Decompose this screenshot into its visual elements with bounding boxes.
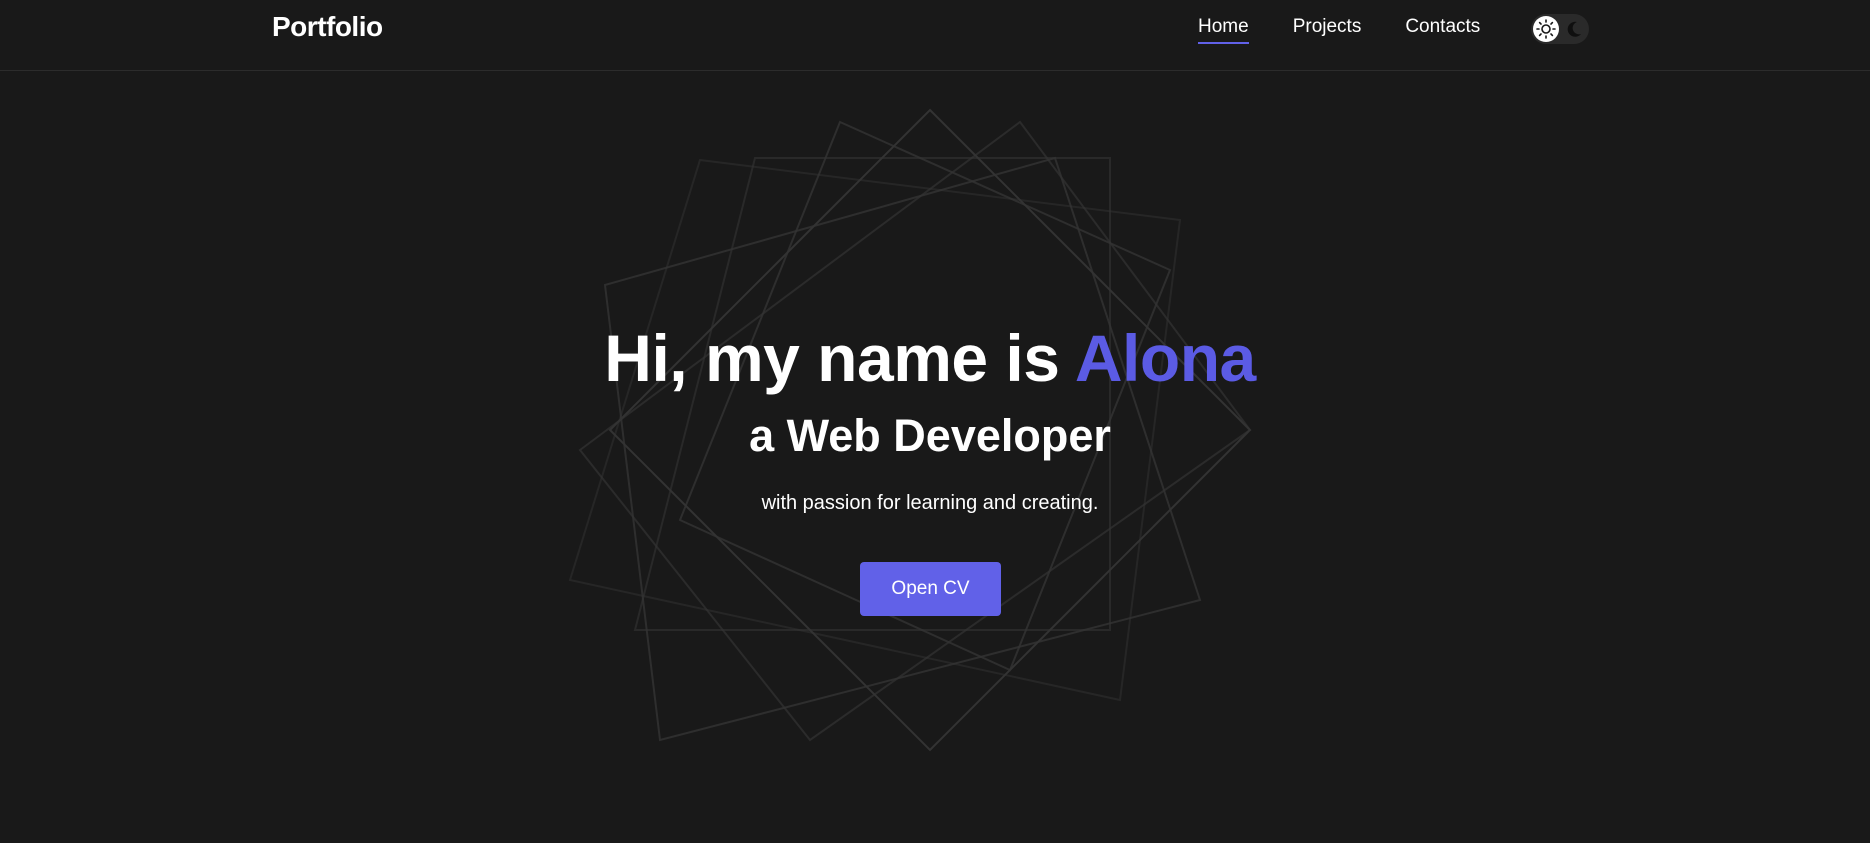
theme-toggle[interactable] bbox=[1531, 14, 1589, 44]
hero-tagline: with passion for learning and creating. bbox=[761, 492, 1099, 514]
site-header: Portfolio Home Projects Contacts bbox=[0, 0, 1870, 71]
logo[interactable]: Portfolio bbox=[272, 11, 383, 43]
hero-name: Alona bbox=[1074, 321, 1256, 395]
moon-icon bbox=[1564, 19, 1584, 39]
main-nav: Home Projects Contacts bbox=[1198, 16, 1524, 44]
hero-title-prefix: Hi, my name is bbox=[604, 321, 1060, 395]
nav-link-projects[interactable]: Projects bbox=[1293, 16, 1362, 44]
page: Portfolio Home Projects Contacts Hi, my … bbox=[0, 0, 1870, 843]
open-cv-button[interactable]: Open CV bbox=[860, 562, 1001, 616]
hero-subtitle: a Web Developer bbox=[749, 410, 1111, 461]
hero-title: Hi, my name is Alona bbox=[0, 318, 1860, 398]
sun-icon bbox=[1533, 16, 1559, 42]
nav-link-home[interactable]: Home bbox=[1198, 16, 1249, 44]
nav-link-contacts[interactable]: Contacts bbox=[1405, 16, 1480, 44]
